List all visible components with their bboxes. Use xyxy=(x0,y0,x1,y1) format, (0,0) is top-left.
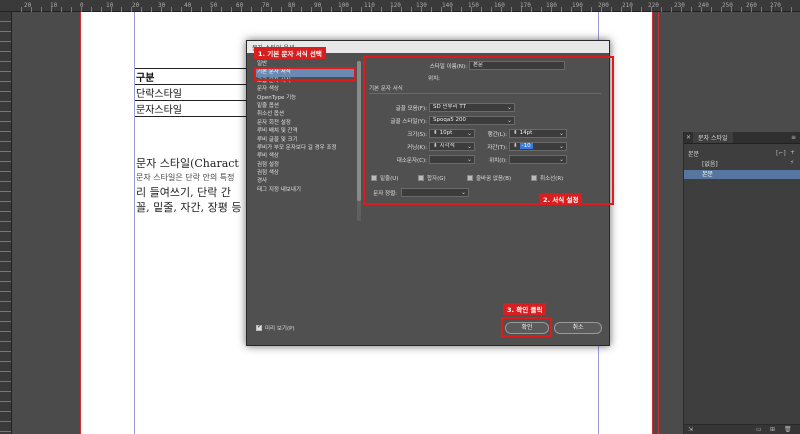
ruler-tick: 70 xyxy=(262,2,270,9)
annotation-label-step1: 1. 기본 문자 서식 선택 xyxy=(254,47,326,59)
category-item[interactable]: 문자 색상 xyxy=(254,85,354,93)
ruler-tick: 190 xyxy=(572,2,583,9)
load-styles-icon[interactable]: ⇲ xyxy=(688,426,693,433)
annotation-box-step1 xyxy=(254,67,356,81)
category-item[interactable]: 경사 xyxy=(254,177,354,185)
close-icon[interactable]: ✕ xyxy=(686,134,691,141)
table-row: 단락스타일 xyxy=(135,84,255,101)
category-item[interactable]: 루비가 부모 문자보다 길 경우 조정 xyxy=(254,144,354,152)
panel-tab[interactable]: 문자 스타일 xyxy=(693,132,733,143)
category-item[interactable]: 권점 설정 xyxy=(254,161,354,169)
table-cell: 단락스타일 xyxy=(135,84,255,101)
preview-checkbox-row[interactable]: 미리 보기(P) xyxy=(256,323,295,332)
table-cell: 문자스타일 xyxy=(135,100,255,117)
category-item[interactable]: 문자 회전 설정 xyxy=(254,119,354,127)
document-text-line[interactable]: 꼴, 밑줄, 자간, 장평 등 xyxy=(136,199,246,215)
new-style-icon[interactable]: + xyxy=(790,149,795,156)
ruler-tick: 180 xyxy=(546,2,557,9)
ruler-tick: 270 xyxy=(770,2,781,9)
ruler-tick: 10 xyxy=(50,2,58,9)
ruler-tick: 50 xyxy=(210,2,218,9)
ruler-tick: 140 xyxy=(442,2,453,9)
category-item[interactable]: OpenType 기능 xyxy=(254,94,354,102)
ruler-tick: 230 xyxy=(674,2,685,9)
category-list: 일반 기본 문자 서식 고급 문자 서식 문자 색상 OpenType 기능 밑… xyxy=(254,60,354,260)
ruler-tick: 120 xyxy=(390,2,401,9)
ruler-tick: 240 xyxy=(698,2,709,9)
ruler-tick: 210 xyxy=(622,2,633,9)
ruler-tick: 250 xyxy=(722,2,733,9)
folder-icon[interactable]: ▭ xyxy=(756,426,762,433)
ruler-tick: 0 xyxy=(80,2,84,9)
ruler-tick: 160 xyxy=(494,2,505,9)
ruler-tick: 10 xyxy=(106,2,114,9)
category-item[interactable]: 태그 지정 내보내기 xyxy=(254,186,354,194)
preview-label: 미리 보기(P) xyxy=(265,326,295,332)
ruler-tick: 260 xyxy=(746,2,757,9)
ruler-tick: 60 xyxy=(236,2,244,9)
panel-menu-icon[interactable]: ≡ xyxy=(791,134,796,141)
document-text-line[interactable]: 리 들여쓰기, 단락 간 xyxy=(136,184,246,200)
ruler-tick: 170 xyxy=(520,2,531,9)
table-row: 문자스타일 xyxy=(135,100,255,117)
document-text-line[interactable]: 문자 스타일은 단락 안의 특정 xyxy=(136,172,246,183)
ruler-tick: 130 xyxy=(416,2,427,9)
document-table[interactable]: 구분 단락스타일 문자스타일 xyxy=(135,68,255,117)
category-item[interactable]: 권점 색상 xyxy=(254,169,354,177)
ruler-tick: 200 xyxy=(598,2,609,9)
table-row: 구분 xyxy=(135,68,255,85)
ruler-tick: 90 xyxy=(314,2,322,9)
style-list-item-selected[interactable]: 본문 xyxy=(684,170,800,179)
bleed-guide-spread xyxy=(658,12,659,434)
ruler-tick: 80 xyxy=(288,2,296,9)
annotation-box-step2 xyxy=(363,56,614,205)
bleed-guide-right xyxy=(652,12,653,434)
ruler-tick: 220 xyxy=(648,2,659,9)
quick-apply-icon[interactable]: [⌐] xyxy=(776,150,786,157)
annotation-label-step3: 3. 확인 클릭 xyxy=(503,303,547,315)
category-item[interactable]: 루비 배치 및 간격 xyxy=(254,127,354,135)
ruler-tick: 40 xyxy=(184,2,192,9)
category-item[interactable]: 밑줄 옵션 xyxy=(254,102,354,110)
preview-checkbox[interactable] xyxy=(256,323,262,331)
ruler-tick: 20 xyxy=(24,2,32,9)
category-item[interactable]: 취소선 옵션 xyxy=(254,110,354,118)
category-item[interactable]: 루비 색상 xyxy=(254,152,354,160)
ruler-tick: 150 xyxy=(468,2,479,9)
new-style-button-icon[interactable]: ⊞ xyxy=(770,426,775,433)
ruler-tick: 20 xyxy=(132,2,140,9)
style-list-item[interactable]: [없음] xyxy=(684,160,800,169)
cancel-button[interactable]: 취소 xyxy=(554,322,602,334)
document-heading[interactable]: 문자 스타일(Charact xyxy=(136,155,246,171)
ruler-tick: 100 xyxy=(338,2,349,9)
vertical-ruler[interactable] xyxy=(0,12,12,434)
annotation-label-step2: 2. 서식 설정 xyxy=(539,193,583,205)
panel-footer: ⇲ ▭ ⊞ 🗑 xyxy=(684,424,800,434)
horizontal-ruler[interactable]: 20 10 0 10 20 30 40 50 60 70 80 90 100 1… xyxy=(0,0,800,12)
panel-header: ✕ 문자 스타일 ≡ xyxy=(684,132,800,144)
ruler-tick: 110 xyxy=(364,2,375,9)
bleed-guide-left xyxy=(80,12,81,434)
character-styles-panel: ✕ 문자 스타일 ≡ 본문 [⌐] + ⚡ [없음] 본문 ⇲ ▭ ⊞ 🗑 xyxy=(683,132,800,434)
trash-icon[interactable]: 🗑 xyxy=(784,426,792,433)
annotation-box-step3 xyxy=(501,317,552,337)
ruler-tick: 30 xyxy=(158,2,166,9)
table-cell: 구분 xyxy=(135,68,255,85)
category-item[interactable]: 루비 글꼴 및 크기 xyxy=(254,136,354,144)
